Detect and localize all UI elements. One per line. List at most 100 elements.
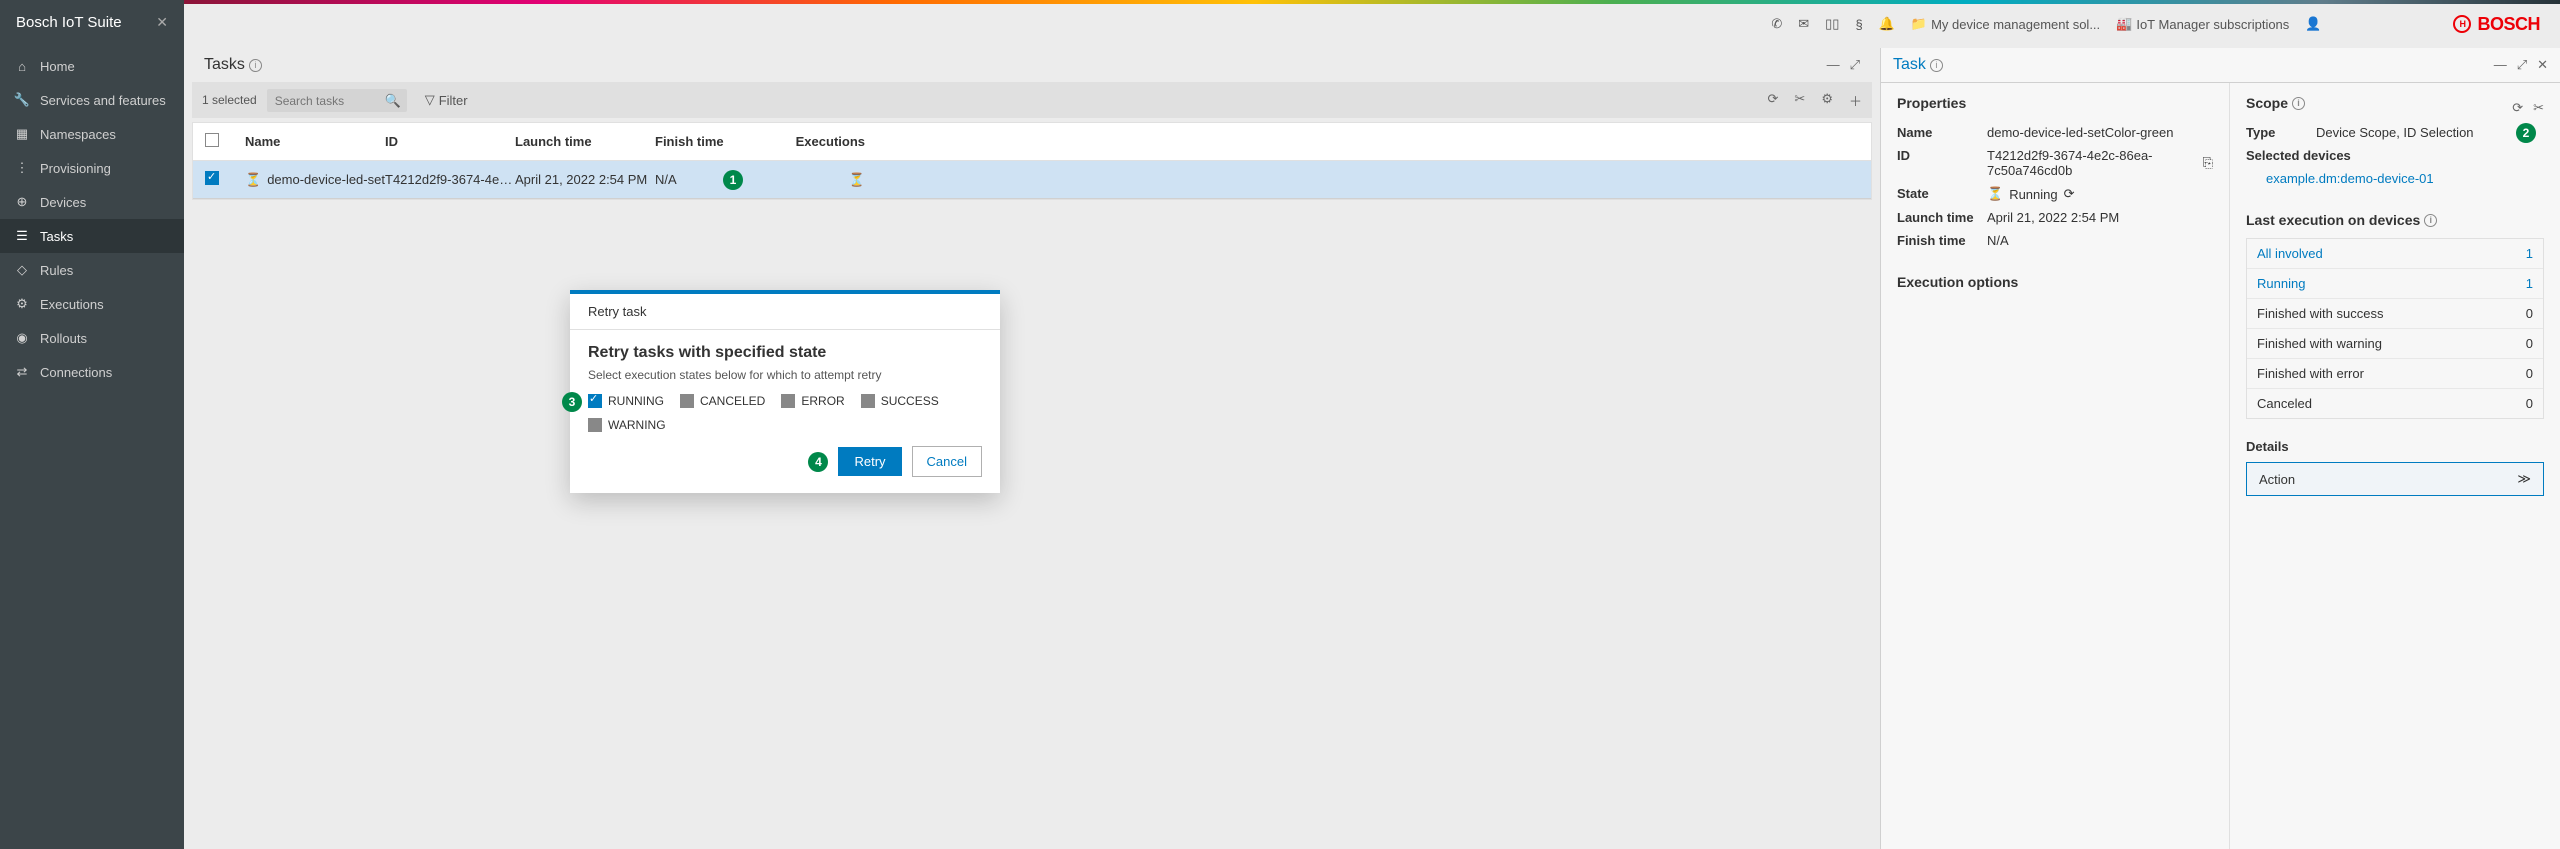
hourglass-icon: ⏳: [1987, 186, 2003, 202]
tasks-toolbar: 1 selected 🔍 ▽Filter ⟳ ✂ ⚙ ＋: [192, 82, 1872, 118]
tasks-panel-title: Tasksi: [204, 56, 262, 74]
info-icon[interactable]: i: [2424, 214, 2437, 227]
sidebar-item-namespaces[interactable]: ▦Namespaces: [0, 117, 184, 151]
row-checkbox[interactable]: [205, 171, 219, 185]
prop-val-id: T4212d2f9-3674-4e2c-86ea-7c50a746cd0b: [1987, 148, 2197, 178]
minimize-icon[interactable]: —: [1827, 57, 1840, 73]
exec-row-label: Finished with success: [2257, 306, 2383, 321]
prop-val-launch: April 21, 2022 2:54 PM: [1987, 210, 2213, 225]
exec-row-canceled[interactable]: Canceled0: [2247, 389, 2543, 418]
checkbox-label: SUCCESS: [881, 394, 939, 408]
minimize-icon[interactable]: —: [2494, 57, 2507, 73]
info-icon[interactable]: i: [2292, 97, 2305, 110]
copy-icon[interactable]: ⎘: [2203, 155, 2213, 171]
details-subtitle: Details: [2246, 439, 2544, 454]
expand-icon[interactable]: ⤢: [2517, 57, 2527, 73]
exec-row-count: 0: [2526, 306, 2533, 321]
sidebar-item-rollouts[interactable]: ◉Rollouts: [0, 321, 184, 355]
col-launch[interactable]: Launch time: [515, 134, 655, 149]
checkbox-canceled[interactable]: [680, 394, 694, 408]
refresh-icon[interactable]: ⟳: [2512, 100, 2523, 116]
exec-row-all[interactable]: All involved 1: [2247, 239, 2543, 269]
app-title: Bosch IoT Suite: [16, 14, 122, 31]
selected-count: 1 selected: [202, 93, 257, 107]
select-all-checkbox[interactable]: [205, 133, 219, 147]
sidebar-item-services[interactable]: 🔧Services and features: [0, 83, 184, 117]
connections-icon: ⇄: [14, 364, 30, 380]
checkbox-warning[interactable]: [588, 418, 602, 432]
prop-val-name: demo-device-led-setColor-green: [1987, 125, 2213, 140]
col-id[interactable]: ID: [385, 134, 515, 149]
modal-heading: Retry tasks with specified state: [588, 344, 982, 362]
prop-key-state: State: [1897, 186, 1987, 202]
sidebar: Bosch IoT Suite ✕ ⌂Home 🔧Services and fe…: [0, 0, 184, 849]
refresh-icon[interactable]: ⟳: [2064, 186, 2075, 202]
exec-row-count: 0: [2526, 366, 2533, 381]
wrench-icon: 🔧: [14, 92, 30, 108]
actions-icon[interactable]: ✂: [2533, 100, 2544, 116]
legal-icon[interactable]: §: [1855, 17, 1862, 32]
exec-status-table: All involved 1 Running1 Finished with suc…: [2246, 238, 2544, 419]
action-button[interactable]: Action≫: [2246, 462, 2544, 496]
col-name[interactable]: Name: [245, 134, 385, 149]
add-icon[interactable]: ＋: [1849, 91, 1862, 110]
exec-row-label: Finished with error: [2257, 366, 2364, 381]
tutorial-badge-4: 4: [808, 452, 828, 472]
table-row[interactable]: ⏳demo-device-led-setC... T4212d2f9-3674-…: [193, 161, 1871, 199]
breadcrumb-subscriptions[interactable]: 🏭IoT Manager subscriptions: [2116, 16, 2289, 32]
exec-row-error[interactable]: Finished with error 0: [2247, 359, 2543, 389]
sidebar-item-executions[interactable]: ⚙Executions: [0, 287, 184, 321]
info-icon[interactable]: i: [249, 59, 262, 72]
top-toolbar: ✆ ✉ ▯▯ § 🔔 📁My device management sol... …: [184, 4, 2560, 44]
scope-sel-key: Selected devices: [2246, 148, 2351, 163]
expand-icon[interactable]: ⤢: [1850, 57, 1860, 73]
checkbox-success[interactable]: [861, 394, 875, 408]
search-icon[interactable]: 🔍: [385, 93, 401, 109]
sidebar-item-rules[interactable]: ◇Rules: [0, 253, 184, 287]
hourglass-icon: ⏳: [849, 172, 865, 187]
bell-icon[interactable]: 🔔: [1879, 16, 1895, 32]
sidebar-item-tasks[interactable]: ☰Tasks: [0, 219, 184, 253]
executions-icon: ⚙: [14, 296, 30, 312]
retry-button[interactable]: Retry: [838, 447, 901, 476]
user-icon[interactable]: 👤: [2305, 16, 2321, 32]
sidebar-item-provisioning[interactable]: ⋮Provisioning: [0, 151, 184, 185]
sidebar-item-label: Rules: [40, 263, 73, 278]
actions-icon[interactable]: ✂: [1794, 91, 1805, 110]
sidebar-item-label: Connections: [40, 365, 112, 380]
row-finish: N/A: [655, 172, 785, 187]
exec-row-warning[interactable]: Finished with warning0: [2247, 329, 2543, 359]
exec-row-label: All involved: [2257, 246, 2323, 261]
sidebar-item-label: Tasks: [40, 229, 73, 244]
mail-icon[interactable]: ✉: [1798, 16, 1809, 32]
filter-button[interactable]: ▽Filter: [417, 88, 476, 112]
checkbox-error[interactable]: [781, 394, 795, 408]
cancel-button[interactable]: Cancel: [912, 446, 982, 477]
sidebar-item-devices[interactable]: ⊕Devices: [0, 185, 184, 219]
refresh-icon[interactable]: ⟳: [1768, 91, 1779, 110]
search-input[interactable]: 🔍: [267, 89, 407, 112]
gear-icon[interactable]: ⚙: [1821, 91, 1833, 110]
device-link[interactable]: example.dm:demo-device-01: [2266, 171, 2434, 186]
breadcrumb-label: My device management sol...: [1931, 17, 2100, 32]
checkbox-label: CANCELED: [700, 394, 765, 408]
search-field[interactable]: [275, 94, 379, 108]
phone-icon[interactable]: ✆: [1771, 16, 1782, 32]
checkbox-running[interactable]: [588, 394, 602, 408]
info-icon[interactable]: i: [1930, 59, 1943, 72]
properties-title: Properties: [1897, 95, 2213, 111]
exec-row-running[interactable]: Running1: [2247, 269, 2543, 299]
col-finish[interactable]: Finish time: [655, 134, 785, 149]
close-icon[interactable]: ✕: [156, 14, 168, 31]
exec-row-count: 1: [2526, 246, 2533, 261]
exec-options-title: Execution options: [1897, 274, 2213, 290]
sidebar-item-label: Devices: [40, 195, 86, 210]
sidebar-item-home[interactable]: ⌂Home: [0, 49, 184, 83]
breadcrumb-solution[interactable]: 📁My device management sol...: [1911, 16, 2100, 32]
filter-label: Filter: [439, 93, 468, 108]
close-icon[interactable]: ✕: [2537, 57, 2548, 73]
exec-row-success[interactable]: Finished with success 0: [2247, 299, 2543, 329]
book-icon[interactable]: ▯▯: [1825, 16, 1839, 32]
col-exec[interactable]: Executions: [785, 134, 865, 149]
sidebar-item-connections[interactable]: ⇄ Connections: [0, 355, 184, 389]
